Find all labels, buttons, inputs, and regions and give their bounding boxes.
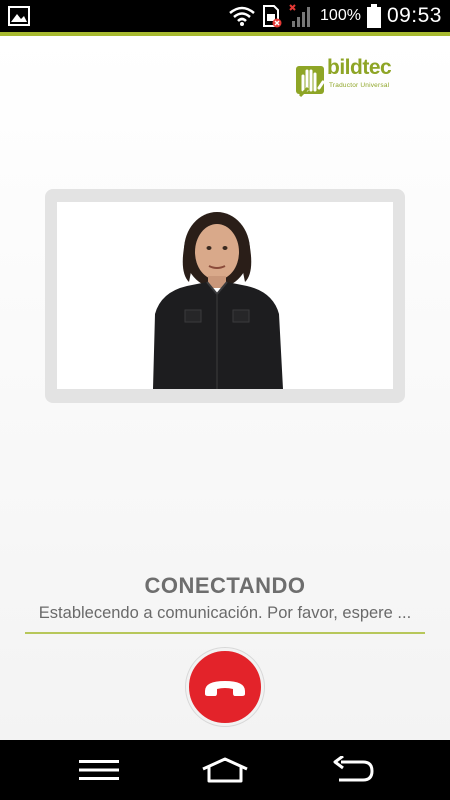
back-icon xyxy=(333,756,374,782)
hangup-button[interactable] xyxy=(186,648,264,726)
home-button[interactable] xyxy=(195,752,255,788)
call-status-message: Establecendo a comunicación. Por favor, … xyxy=(38,604,412,622)
phone-hangup-icon xyxy=(205,681,245,696)
bildtec-logo: bildtec Traductor Universal xyxy=(294,56,392,104)
battery-icon xyxy=(366,4,381,28)
menu-icon xyxy=(79,760,119,780)
wifi-icon xyxy=(229,6,255,26)
call-screen: bildtec Traductor Universal CONECTANDO E… xyxy=(0,36,450,740)
interpreter-video-image xyxy=(153,212,283,389)
video-feed xyxy=(57,202,393,389)
status-bar: 100% 09:53 xyxy=(0,0,450,32)
brand-tagline: Traductor Universal xyxy=(329,82,390,89)
battery-percent: 100% xyxy=(320,7,361,24)
menu-button[interactable] xyxy=(69,752,129,788)
hand-logo-icon xyxy=(296,66,325,98)
divider xyxy=(25,632,425,634)
navigation-bar xyxy=(0,740,450,800)
sim-disabled-icon xyxy=(263,5,282,28)
call-status-title: CONECTANDO xyxy=(144,573,306,598)
gallery-icon xyxy=(8,6,30,26)
signal-no-service-icon xyxy=(289,4,311,27)
clock: 09:53 xyxy=(386,4,442,27)
brand-name: bildtec xyxy=(327,56,392,79)
back-button[interactable] xyxy=(322,752,382,788)
video-frame xyxy=(45,189,405,403)
home-icon xyxy=(202,757,248,783)
